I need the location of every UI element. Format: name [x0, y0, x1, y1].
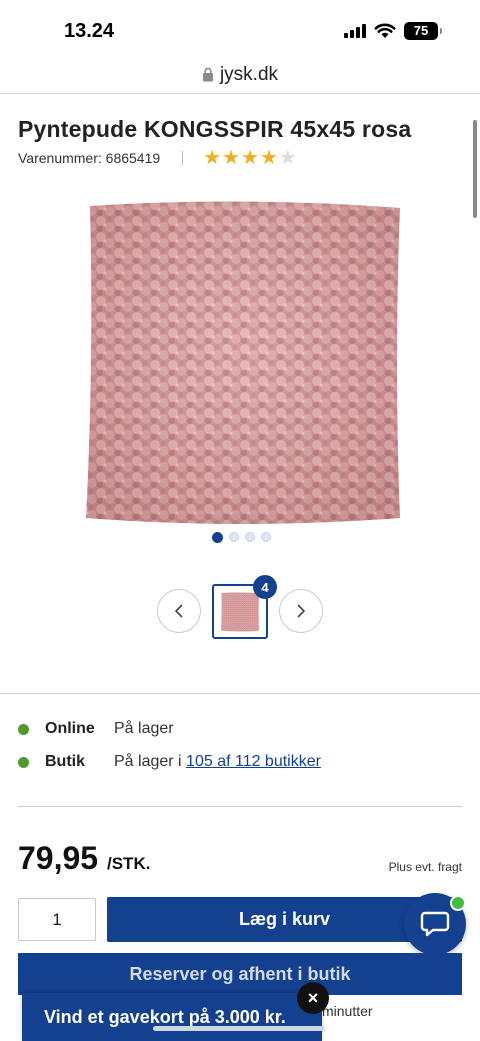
chevron-right-icon	[297, 604, 306, 618]
rating-stars[interactable]: ★ ★ ★ ★ ★	[203, 148, 297, 168]
chat-icon	[420, 911, 450, 937]
gallery-dot[interactable]	[212, 532, 223, 543]
scroll-indicator	[473, 120, 477, 218]
star-icon: ★	[259, 147, 278, 169]
sku-number: Varenummer: 6865419	[18, 150, 161, 166]
availability-label: Butik	[45, 753, 85, 770]
url-text: jysk.dk	[219, 63, 279, 85]
availability-store: Butik På lager i 105 af 112 butikker	[18, 753, 321, 771]
availability-status: På lager i 105 af 112 butikker	[114, 753, 321, 771]
gallery-dot[interactable]	[261, 532, 271, 542]
star-icon: ★	[241, 147, 259, 169]
gallery-dot[interactable]	[229, 532, 239, 542]
status-bar: 13.24 75	[0, 0, 480, 56]
divider	[182, 151, 184, 165]
star-icon: ★	[278, 147, 297, 169]
pickup-time-note: minutter	[322, 1003, 373, 1019]
reserve-pickup-button[interactable]: Reserver og afhent i butik	[18, 953, 462, 995]
signal-icon	[344, 24, 366, 38]
address-bar[interactable]: jysk.dk	[0, 56, 480, 94]
product-title: Pyntepude KONGSSPIR 45x45 rosa	[18, 116, 412, 142]
status-icons: 75	[344, 22, 442, 40]
in-stock-dot-icon	[18, 723, 29, 735]
status-time: 13.24	[64, 20, 115, 42]
chat-online-indicator	[450, 895, 466, 911]
price-unit: /STK.	[107, 854, 151, 873]
thumbnail-image	[220, 591, 260, 632]
gallery-dot[interactable]	[245, 532, 255, 542]
shipping-note: Plus evt. fragt	[388, 860, 462, 874]
gallery-dots[interactable]	[212, 532, 271, 543]
battery-icon: 75	[404, 22, 442, 40]
star-icon: ★	[203, 147, 222, 169]
in-stock-dot-icon	[18, 756, 29, 768]
image-count-badge: 4	[253, 575, 277, 599]
prev-image-button[interactable]	[157, 589, 201, 633]
quantity-input[interactable]: 1	[18, 898, 96, 941]
section-divider	[18, 806, 462, 807]
availability-status: På lager	[114, 720, 174, 737]
next-image-button[interactable]	[279, 589, 323, 633]
wifi-icon	[374, 23, 396, 38]
star-icon: ★	[222, 147, 241, 169]
home-indicator	[153, 1026, 325, 1031]
price-amount: 79,95	[18, 840, 99, 876]
lock-icon	[202, 67, 213, 82]
status-prefix: På lager i	[114, 753, 187, 770]
sku-row: Varenummer: 6865419 ★ ★ ★ ★ ★	[18, 148, 297, 168]
store-stock-link[interactable]: 105 af 112 butikker	[186, 753, 321, 770]
section-divider	[0, 693, 480, 694]
promo-banner[interactable]: Vind et gavekort på 3.000 kr.	[22, 993, 322, 1041]
chevron-left-icon	[174, 604, 183, 618]
availability-online: Online På lager	[18, 720, 174, 738]
availability-label: Online	[45, 720, 95, 737]
close-icon[interactable]: ×	[297, 982, 329, 1014]
product-image[interactable]	[78, 200, 408, 526]
